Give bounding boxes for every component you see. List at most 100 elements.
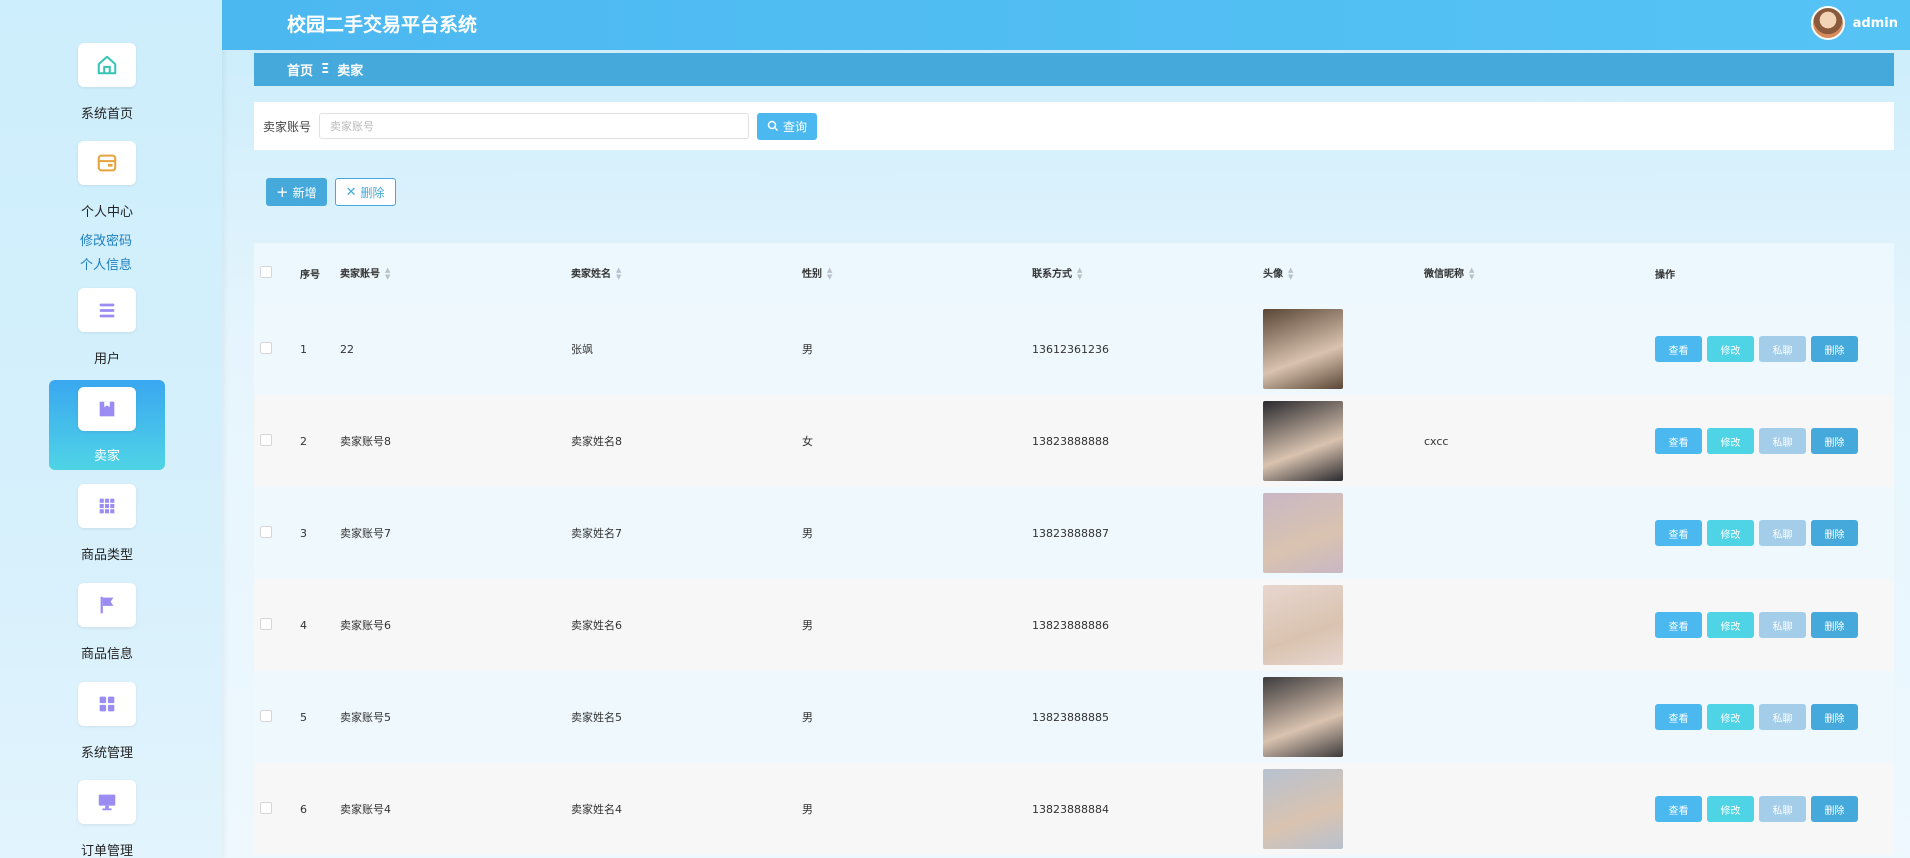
sidebar-item-label: 商品信息 bbox=[80, 647, 133, 662]
cell-index: 4 bbox=[300, 618, 307, 632]
cell-name: 张飒 bbox=[571, 343, 593, 356]
sidebar: 系统首页 个人中心 修改密码 个人信息 用户 卖家 商品类型 商品信息 系统管理… bbox=[0, 0, 222, 858]
chat-button[interactable]: 私聊 bbox=[1759, 704, 1806, 730]
header-name[interactable]: 卖家姓名 ▲ ▼ bbox=[571, 243, 802, 303]
sort-icon[interactable]: ▲ ▼ bbox=[827, 267, 832, 281]
header-phone[interactable]: 联系方式 ▲ ▼ bbox=[1032, 243, 1263, 303]
chat-button[interactable]: 私聊 bbox=[1759, 520, 1806, 546]
cell-account: 卖家账号8 bbox=[340, 435, 391, 448]
view-button[interactable]: 查看 bbox=[1655, 520, 1702, 546]
chat-button[interactable]: 私聊 bbox=[1759, 428, 1806, 454]
action-row: + 新增 ✕ 删除 bbox=[266, 178, 396, 206]
edit-button[interactable]: 修改 bbox=[1707, 796, 1754, 822]
view-button[interactable]: 查看 bbox=[1655, 796, 1702, 822]
select-all-checkbox[interactable] bbox=[260, 265, 272, 278]
view-button[interactable]: 查看 bbox=[1655, 428, 1702, 454]
view-button[interactable]: 查看 bbox=[1655, 704, 1702, 730]
delete-button[interactable]: 删除 bbox=[1811, 520, 1858, 546]
search-button[interactable]: 查询 bbox=[757, 112, 818, 140]
seller-avatar[interactable] bbox=[1263, 677, 1343, 757]
cell-phone: 13823888887 bbox=[1032, 526, 1109, 540]
row-checkbox[interactable] bbox=[260, 709, 272, 722]
row-actions: 查看 修改 私聊 删除 bbox=[1655, 704, 1894, 730]
delete-button[interactable]: 删除 bbox=[1811, 336, 1858, 362]
seller-avatar[interactable] bbox=[1263, 769, 1343, 849]
sort-icon[interactable]: ▲ ▼ bbox=[1288, 267, 1293, 281]
batch-delete-label: 删除 bbox=[360, 185, 385, 200]
add-button-label: 新增 bbox=[292, 185, 317, 200]
home-icon bbox=[78, 43, 136, 87]
sidebar-item-system[interactable]: 系统管理 bbox=[49, 682, 165, 761]
submenu-change-password[interactable]: 修改密码 bbox=[0, 230, 212, 249]
edit-button[interactable]: 修改 bbox=[1707, 704, 1754, 730]
cell-account: 卖家账号4 bbox=[340, 803, 391, 816]
cell-index: 2 bbox=[300, 434, 307, 448]
seller-avatar[interactable] bbox=[1263, 585, 1343, 665]
chat-button[interactable]: 私聊 bbox=[1759, 796, 1806, 822]
sidebar-item-label: 个人中心 bbox=[80, 205, 133, 220]
user-menu[interactable]: admin bbox=[1810, 6, 1898, 40]
seller-account-input[interactable] bbox=[319, 113, 750, 139]
sidebar-item-home[interactable]: 系统首页 bbox=[49, 43, 165, 122]
row-checkbox[interactable] bbox=[260, 341, 272, 354]
sort-icon[interactable]: ▲ ▼ bbox=[1077, 267, 1082, 281]
sort-icon[interactable]: ▲ ▼ bbox=[1469, 267, 1474, 281]
edit-button[interactable]: 修改 bbox=[1707, 336, 1754, 362]
row-checkbox[interactable] bbox=[260, 617, 272, 630]
header-wechat[interactable]: 微信昵称 ▲ ▼ bbox=[1424, 243, 1655, 303]
cell-account: 卖家账号7 bbox=[340, 527, 391, 540]
cell-index: 3 bbox=[300, 526, 307, 540]
delete-button[interactable]: 删除 bbox=[1811, 704, 1858, 730]
edit-button[interactable]: 修改 bbox=[1707, 520, 1754, 546]
delete-button[interactable]: 删除 bbox=[1811, 796, 1858, 822]
seller-avatar[interactable] bbox=[1263, 401, 1343, 481]
seller-avatar[interactable] bbox=[1263, 493, 1343, 573]
cell-name: 卖家姓名7 bbox=[571, 527, 622, 540]
row-checkbox[interactable] bbox=[260, 433, 272, 446]
row-checkbox[interactable] bbox=[260, 525, 272, 538]
sidebar-item-label: 订单管理 bbox=[80, 844, 133, 858]
header-account[interactable]: 卖家账号 ▲ ▼ bbox=[340, 243, 571, 303]
search-icon bbox=[767, 120, 779, 132]
view-button[interactable]: 查看 bbox=[1655, 612, 1702, 638]
table-row: 1 22 张飒 男 13612361236 查看 修改 私聊 删除 bbox=[254, 303, 1894, 395]
sidebar-item-sellers[interactable]: 卖家 bbox=[49, 380, 165, 470]
sidebar-item-users[interactable]: 用户 bbox=[49, 288, 165, 367]
batch-delete-button[interactable]: ✕ 删除 bbox=[334, 178, 396, 206]
row-actions: 查看 修改 私聊 删除 bbox=[1655, 520, 1894, 546]
breadcrumb: 首页 Ξ 卖家 bbox=[254, 53, 1894, 86]
header-gender[interactable]: 性别 ▲ ▼ bbox=[802, 243, 1032, 303]
row-actions: 查看 修改 私聊 删除 bbox=[1655, 428, 1894, 454]
cell-index: 6 bbox=[300, 802, 307, 816]
breadcrumb-home[interactable]: 首页 bbox=[287, 60, 313, 79]
sidebar-item-profile[interactable]: 个人中心 bbox=[49, 141, 165, 220]
chat-button[interactable]: 私聊 bbox=[1759, 612, 1806, 638]
sidebar-item-products[interactable]: 商品信息 bbox=[49, 583, 165, 662]
row-checkbox[interactable] bbox=[260, 801, 272, 814]
edit-button[interactable]: 修改 bbox=[1707, 612, 1754, 638]
sort-icon[interactable]: ▲ ▼ bbox=[616, 267, 621, 281]
row-actions: 查看 修改 私聊 删除 bbox=[1655, 612, 1894, 638]
table-row: 3 卖家账号7 卖家姓名7 男 13823888887 查看 修改 私聊 删除 bbox=[254, 487, 1894, 579]
avatar[interactable] bbox=[1810, 6, 1845, 40]
cell-account: 卖家账号6 bbox=[340, 619, 391, 632]
seller-table: 序号 卖家账号 ▲ ▼ 卖家姓名 ▲ ▼ 性别 ▲ ▼ 联系方式 ▲ ▼ 头像 ▲ ▼ 微信昵称 ▲ ▼… bbox=[254, 243, 1894, 858]
delete-button[interactable]: 删除 bbox=[1811, 612, 1858, 638]
view-button[interactable]: 查看 bbox=[1655, 336, 1702, 362]
submenu-personal-info[interactable]: 个人信息 bbox=[0, 254, 212, 273]
edit-button[interactable]: 修改 bbox=[1707, 428, 1754, 454]
cell-name: 卖家姓名8 bbox=[571, 435, 622, 448]
cell-name: 卖家姓名6 bbox=[571, 619, 622, 632]
seller-avatar[interactable] bbox=[1263, 309, 1343, 389]
username: admin bbox=[1852, 15, 1898, 31]
delete-button[interactable]: 删除 bbox=[1811, 428, 1858, 454]
cell-gender: 女 bbox=[802, 435, 813, 448]
table-row: 4 卖家账号6 卖家姓名6 男 13823888886 查看 修改 私聊 删除 bbox=[254, 579, 1894, 671]
add-button[interactable]: + 新增 bbox=[266, 178, 327, 206]
box-icon bbox=[78, 387, 136, 431]
sidebar-item-categories[interactable]: 商品类型 bbox=[49, 484, 165, 563]
sidebar-item-orders[interactable]: 订单管理 bbox=[49, 780, 165, 858]
chat-button[interactable]: 私聊 bbox=[1759, 336, 1806, 362]
header-avatar[interactable]: 头像 ▲ ▼ bbox=[1263, 243, 1424, 303]
sort-icon[interactable]: ▲ ▼ bbox=[385, 267, 390, 281]
